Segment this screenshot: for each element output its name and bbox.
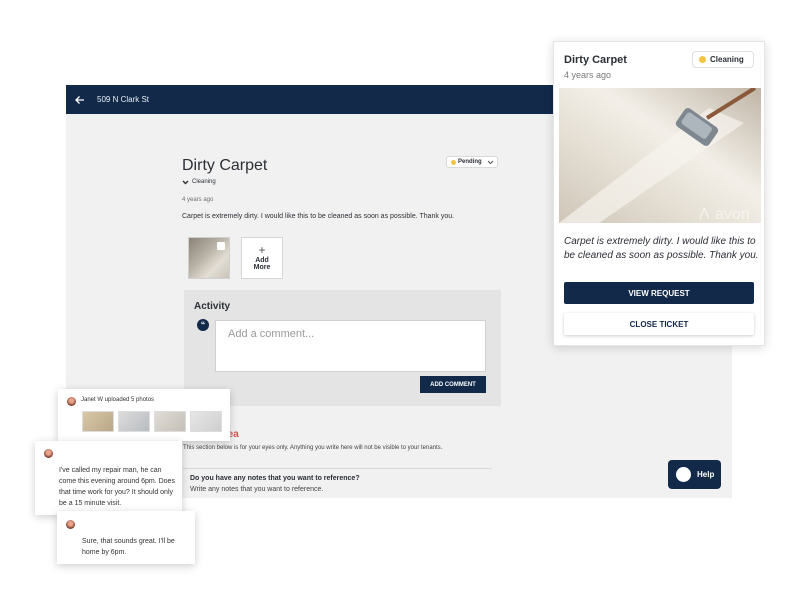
plus-icon: + [258,243,266,257]
card-title: Dirty Carpet [564,54,627,66]
ticket-description: Carpet is extremely dirty. I would like … [182,213,455,220]
comment-input[interactable]: Add a comment... [215,320,486,372]
add-more-button[interactable]: + Add More [241,237,283,279]
chevron-down-icon [182,180,189,184]
card-description: Carpet is extremely dirty. I would like … [564,236,759,261]
notes-input[interactable]: Write any notes that you want to referen… [190,486,323,493]
chevron-down-icon [487,160,494,164]
category-label: Cleaning [192,179,216,185]
image-icon [217,242,225,250]
message-text: Sure, that sounds great. I'll be home by… [82,538,175,556]
ticket-title: Dirty Carpet [182,157,268,174]
upload-notification-card: Janet W uploaded 5 photos [58,389,230,441]
category-toggle[interactable]: Cleaning [182,179,216,185]
svg-text:avon: avon [715,206,750,223]
avatar [66,520,75,529]
ticket-time: 4 years ago [182,197,214,203]
upload-text: Janet W uploaded 5 photos [81,397,155,403]
status-dot [451,159,456,165]
message-card: I've called my repair man, he can come t… [35,441,182,515]
message-text: I've called my repair man, he can come t… [59,467,175,507]
category-dot [699,56,706,63]
uploaded-photo[interactable] [82,411,114,432]
notes-question: Do you have any notes that you want to r… [190,475,360,482]
activity-section: Activity “ Add a comment... ADD COMMENT [184,290,501,406]
uploaded-photo[interactable] [190,411,222,432]
category-badge-label: Cleaning [710,55,744,64]
view-request-button[interactable]: VIEW REQUEST [564,282,754,304]
read-only-description: This section below is for your eyes only… [183,445,443,451]
ticket-notification-card: Dirty Carpet 4 years ago Cleaning Λ avon… [553,41,765,346]
uploaded-photo[interactable] [118,411,150,432]
photo-thumbnail[interactable] [188,237,230,279]
close-ticket-button[interactable]: CLOSE TICKET [564,313,754,335]
add-more-label: Add More [253,257,271,271]
status-label: Pending [458,159,482,165]
category-badge: Cleaning [692,51,754,68]
chat-bubble-icon [676,467,691,482]
add-comment-button[interactable]: ADD COMMENT [420,376,486,393]
avatar [44,449,53,458]
message-card: Sure, that sounds great. I'll be home by… [57,511,195,564]
uploaded-photo[interactable] [154,411,186,432]
activity-title: Activity [194,301,231,312]
card-time: 4 years ago [564,70,612,80]
svg-text:Λ: Λ [699,206,710,223]
help-label: Help [697,470,715,479]
carpet-photo: Λ avon [559,88,761,223]
status-dropdown[interactable]: Pending [446,156,498,168]
avatar [67,397,76,406]
property-address: 509 N Clark St [97,95,150,104]
divider [183,468,492,469]
help-button[interactable]: Help [668,460,721,489]
quote-icon: “ [197,319,209,331]
back-arrow-icon[interactable] [75,94,87,106]
